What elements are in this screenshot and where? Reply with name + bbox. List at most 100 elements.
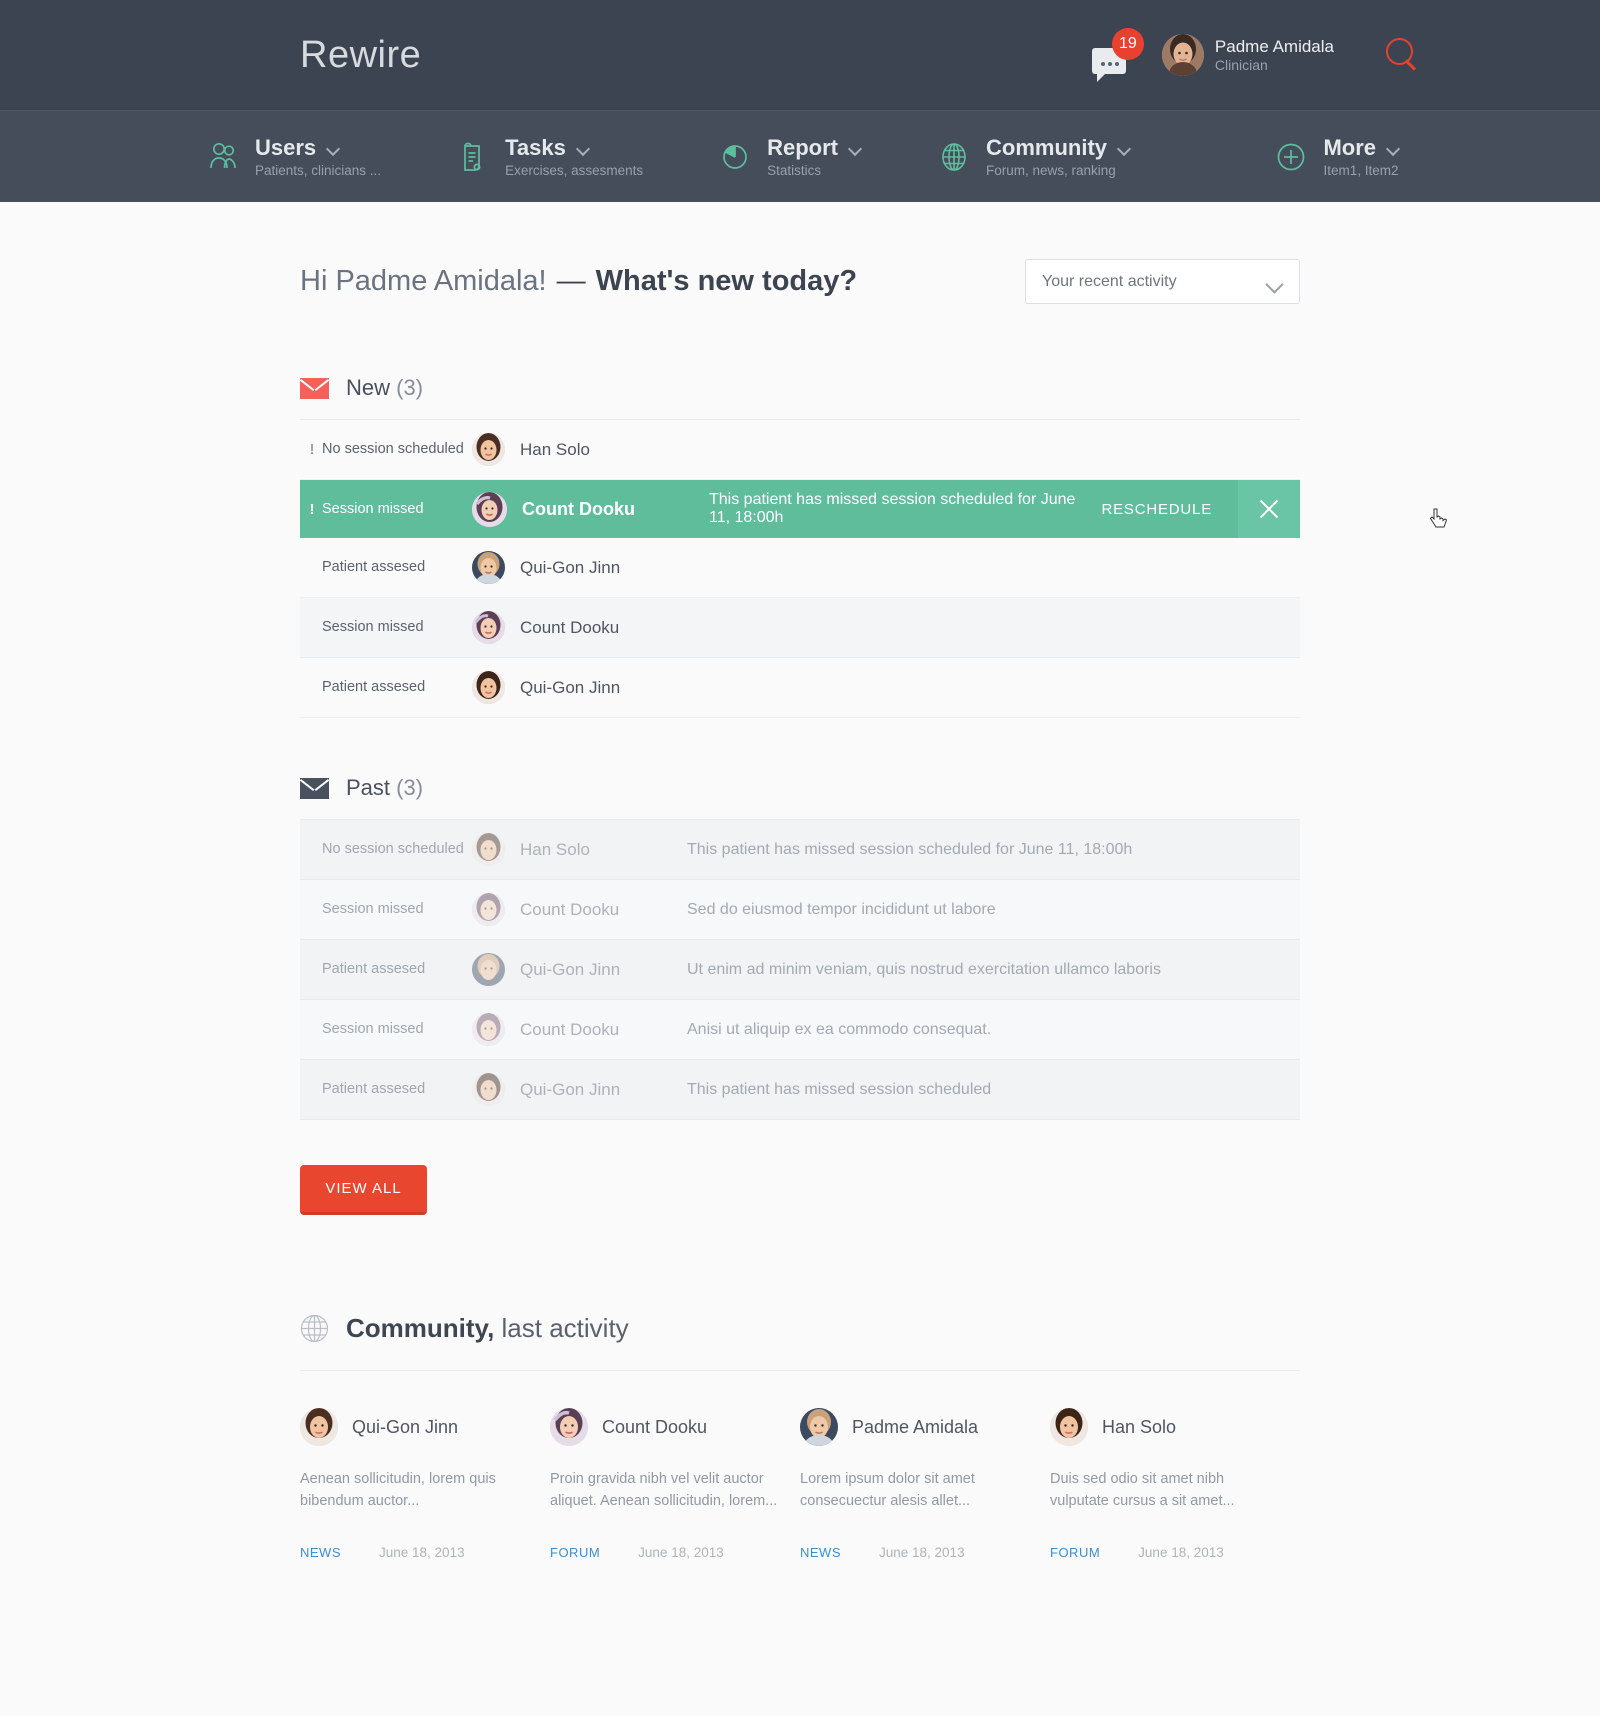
user-name: Padme Amidala <box>1214 36 1334 56</box>
card-author: Qui-Gon Jinn <box>352 1416 459 1437</box>
card-tag[interactable]: FORUM <box>1050 1545 1100 1560</box>
table-row[interactable]: Session missed Count Dooku Anisi ut aliq… <box>300 1000 1300 1060</box>
mouse-cursor <box>1429 508 1448 530</box>
new-section-title: New (3) <box>346 375 423 401</box>
nav-item-tasks[interactable]: Tasks Exercises, assesments <box>455 135 643 179</box>
reschedule-button[interactable]: RESCHEDULE <box>1095 480 1238 538</box>
table-row[interactable]: Session missed Count Dooku <box>300 598 1300 658</box>
table-row[interactable]: Patient assesed Qui-Gon Jinn <box>300 538 1300 598</box>
row-person: Qui-Gon Jinn <box>520 1079 621 1099</box>
nav-item-community[interactable]: Community Forum, news, ranking <box>936 135 1131 179</box>
card-author: Padme Amidala <box>852 1416 979 1437</box>
new-count: (3) <box>396 375 424 400</box>
past-section-title: Past (3) <box>346 775 423 801</box>
list-item[interactable]: Qui-Gon Jinn Aenean sollicitudin, lorem … <box>300 1408 550 1560</box>
card-date: June 18, 2013 <box>879 1544 965 1560</box>
top-bar: Rewire 19 Padme Amidala Clinician <box>0 0 1600 110</box>
row-category: Patient assesed <box>322 1081 426 1098</box>
greeting-dash: — <box>556 265 586 297</box>
row-person: Han Solo <box>520 839 590 859</box>
nav-sub: Statistics <box>767 163 822 179</box>
row-person: Count Dooku <box>522 498 635 519</box>
chevron-down-icon <box>1387 144 1400 152</box>
card-date: June 18, 2013 <box>638 1544 724 1560</box>
table-row[interactable]: No session scheduled Han Solo This patie… <box>300 820 1300 880</box>
nav-sub: Exercises, assesments <box>505 163 644 179</box>
recent-activity-value: Your recent activity <box>1042 272 1177 290</box>
close-icon[interactable] <box>1238 480 1300 538</box>
list-item[interactable]: Count Dooku Proin gravida nibh vel velit… <box>550 1408 800 1560</box>
plus-icon <box>1273 139 1309 175</box>
greeting-row: Hi Padme Amidala! — What's new today? Your… <box>300 259 1300 312</box>
table-row[interactable]: ! No session scheduled Han Solo <box>300 420 1300 480</box>
card-date: June 18, 2013 <box>379 1544 465 1560</box>
chevron-down-icon <box>577 144 590 152</box>
alert-icon: ! <box>309 441 315 458</box>
avatar <box>472 611 505 644</box>
community-title: Community, last activity <box>346 1313 629 1344</box>
row-person: Count Dooku <box>520 1019 620 1039</box>
card-excerpt: Aenean sollicitudin, lorem quis bibendum… <box>300 1471 496 1510</box>
main-content: Hi Padme Amidala! — What's new today? Your… <box>300 202 1448 1560</box>
envelope-icon <box>300 777 329 799</box>
past-list: No session scheduled Han Solo This patie… <box>300 820 1300 1120</box>
avatar <box>472 1013 505 1046</box>
table-row[interactable]: Session missed Count Dooku Sed do eiusmo… <box>300 880 1300 940</box>
list-item[interactable]: Padme Amidala Lorem ipsum dolor sit amet… <box>800 1408 1050 1560</box>
row-category: Session missed <box>322 1021 424 1038</box>
table-row[interactable]: Patient assesed Qui-Gon Jinn This patien… <box>300 1060 1300 1120</box>
recent-activity-select[interactable]: Your recent activity <box>1025 259 1300 304</box>
nav-item-users[interactable]: Users Patients, clinicians ... <box>205 135 381 179</box>
row-category: Patient assesed <box>322 559 426 576</box>
row-category: Session missed <box>322 901 424 918</box>
table-row[interactable]: Patient assesed Qui-Gon Jinn <box>300 658 1300 718</box>
card-tag[interactable]: NEWS <box>800 1545 841 1560</box>
row-category: Session missed <box>322 619 424 636</box>
nav-label: Report <box>767 135 838 161</box>
nav-label: Community <box>986 135 1107 161</box>
report-icon <box>717 139 753 175</box>
row-person: Qui-Gon Jinn <box>520 677 621 697</box>
nav-label: More <box>1323 135 1376 161</box>
nav-label: Users <box>255 135 317 161</box>
row-category: No session scheduled <box>322 441 464 458</box>
alert-icon: ! <box>309 500 315 518</box>
user-menu[interactable]: Padme Amidala Clinician <box>1161 34 1334 76</box>
card-tag[interactable]: NEWS <box>300 1545 341 1560</box>
row-category: Patient assesed <box>322 679 426 696</box>
page-title: Hi Padme Amidala! — What's new today? <box>300 265 857 298</box>
row-category: No session scheduled <box>322 841 464 858</box>
avatar <box>300 1408 338 1446</box>
nav-sub: Item1, Item2 <box>1323 163 1399 179</box>
card-excerpt: Lorem ipsum dolor sit amet consecuectur … <box>800 1471 975 1510</box>
view-all-button[interactable]: VIEW ALL <box>300 1165 427 1215</box>
community-section-header: Community, last activity <box>300 1313 1300 1371</box>
row-message: Ut enim ad minim veniam, quis nostrud ex… <box>687 960 1161 978</box>
avatar <box>550 1408 588 1446</box>
card-date: June 18, 2013 <box>1138 1544 1224 1560</box>
table-row[interactable]: Patient assesed Qui-Gon Jinn Ut enim ad … <box>300 940 1300 1000</box>
avatar <box>800 1408 838 1446</box>
avatar <box>472 671 505 704</box>
avatar <box>472 551 505 584</box>
nav-item-report[interactable]: Report Statistics <box>717 135 862 179</box>
table-row-highlighted[interactable]: ! Session missed Count Dooku This patien… <box>300 480 1448 538</box>
messages-button[interactable]: 19 <box>1088 28 1154 82</box>
app-brand[interactable]: Rewire <box>300 36 421 74</box>
list-item[interactable]: Han Solo Duis sed odio sit amet nibh vul… <box>1050 1408 1300 1560</box>
main-nav: Users Patients, clinicians ... Tasks Exe… <box>0 110 1600 202</box>
chevron-down-icon <box>327 144 340 152</box>
greeting-question: What's new today? <box>595 265 858 297</box>
messages-badge: 19 <box>1111 28 1144 60</box>
avatar <box>472 1073 505 1106</box>
nav-item-more[interactable]: More Item1, Item2 <box>1273 135 1400 179</box>
card-author: Count Dooku <box>602 1416 708 1437</box>
row-person: Han Solo <box>520 439 590 459</box>
past-section-header: Past (3) <box>300 775 1300 820</box>
past-title-text: Past <box>346 775 391 800</box>
row-person: Count Dooku <box>520 899 620 919</box>
card-tag[interactable]: FORUM <box>550 1545 600 1560</box>
globe-icon <box>300 1314 329 1343</box>
chevron-down-icon <box>1267 278 1283 288</box>
search-icon[interactable] <box>1386 38 1420 72</box>
